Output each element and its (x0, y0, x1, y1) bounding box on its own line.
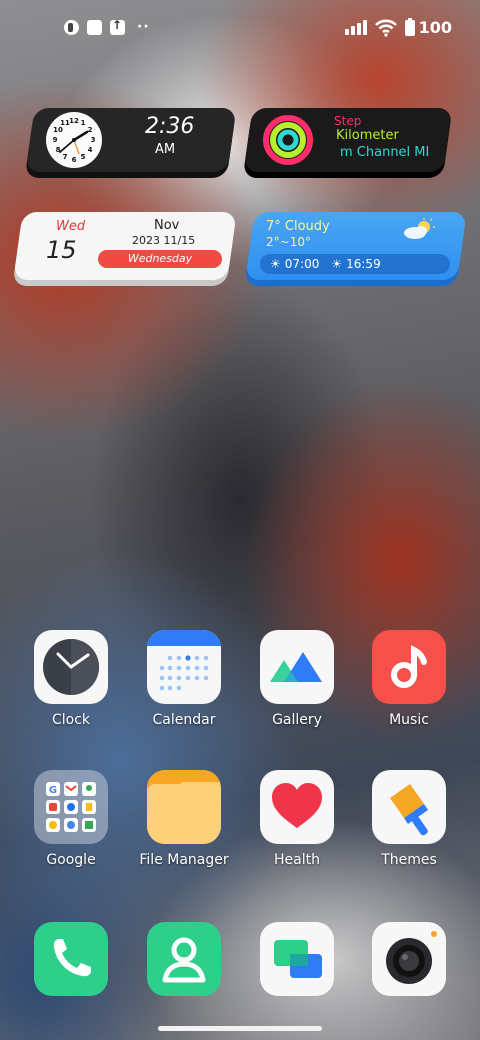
clock-time: 2:36 (145, 114, 195, 139)
battery-level: 100 (418, 18, 452, 37)
clock-icon (34, 630, 108, 704)
app-label: Health (274, 852, 320, 868)
weather-widget[interactable]: 7° Cloudy 2°~10° ☀ 07:00 ☀ 16:59 (245, 212, 467, 280)
home-indicator[interactable] (158, 1026, 322, 1031)
calendar-weekday-short: Wed (56, 219, 86, 234)
activity-rings-icon (263, 115, 313, 165)
activity-channel-label: m Channel MI (340, 145, 430, 160)
calendar-date: 2023 11/15 (132, 234, 196, 247)
activity-kilometer-label: Kilometer (336, 128, 399, 143)
svg-text:7: 7 (63, 153, 68, 161)
more-notifications-dots: ·· (137, 19, 150, 35)
app-file-manager[interactable]: File Manager (129, 770, 239, 868)
svg-text:3: 3 (91, 136, 96, 144)
svg-text:11: 11 (60, 119, 70, 127)
sunrise-time: 07:00 (284, 257, 320, 271)
app-label: Google (46, 852, 96, 868)
calendar-month: Nov (154, 218, 180, 233)
wifi-icon (374, 19, 397, 37)
svg-text:4: 4 (88, 146, 93, 154)
svg-text:2: 2 (88, 126, 93, 134)
weather-condition: 7° Cloudy (266, 219, 330, 234)
svg-text:5: 5 (81, 153, 86, 161)
app-music[interactable]: Music (354, 630, 464, 728)
notification-app-icon (64, 19, 79, 35)
contacts-icon[interactable] (147, 922, 221, 996)
sunrise-icon: ☀ (270, 257, 281, 271)
svg-text:9: 9 (53, 136, 58, 144)
calendar-weekday-full: Wednesday (98, 250, 222, 268)
app-gallery[interactable]: Gallery (242, 630, 352, 728)
google-folder-icon: G (34, 770, 108, 844)
calendar-widget[interactable]: Wed 15 Nov 2023 11/15 Wednesday (13, 212, 237, 280)
svg-text:12: 12 (69, 117, 79, 125)
phone-icon[interactable] (34, 922, 108, 996)
calendar-day: 15 (46, 236, 77, 264)
sunset-icon: ☀ (331, 257, 343, 271)
signal-strength-icon (344, 20, 367, 35)
analog-clock-icon: 12 1 2 3 4567 8 9 10 11 (46, 112, 102, 168)
app-calendar[interactable]: Calendar (129, 630, 239, 728)
status-bar: ·· 100 (0, 0, 480, 56)
app-label: Clock (51, 712, 91, 728)
camera-icon[interactable] (372, 922, 446, 996)
app-google-folder[interactable]: G Google (16, 770, 126, 868)
battery-icon (404, 17, 415, 36)
svg-text:G: G (49, 785, 57, 796)
clock-widget[interactable]: 12 1 2 3 4567 8 9 10 11 2:36 AM (25, 108, 237, 172)
notification-square-icon (87, 19, 102, 35)
app-label: File Manager (139, 852, 229, 868)
svg-text:6: 6 (72, 156, 77, 164)
app-health[interactable]: Health (242, 770, 352, 868)
upload-notification-icon (110, 18, 125, 35)
folder-icon (147, 770, 221, 844)
clock-ampm: AM (155, 142, 176, 157)
paint-brush-icon (372, 770, 446, 844)
activity-step-label: Step (334, 114, 362, 128)
app-label: Calendar (152, 712, 216, 728)
calendar-icon (147, 630, 221, 704)
app-clock[interactable]: Clock (16, 630, 126, 728)
heart-icon (260, 770, 334, 844)
svg-text:1: 1 (81, 119, 86, 127)
activity-widget[interactable]: Step Kilometer m Channel MI (243, 108, 453, 172)
gallery-icon (260, 630, 334, 704)
weather-range: 2°~10° (266, 235, 311, 249)
sunset-time: 16:59 (346, 257, 381, 271)
app-label: Music (389, 712, 429, 728)
messages-icon[interactable] (260, 922, 334, 996)
app-label: Gallery (272, 712, 322, 728)
app-themes[interactable]: Themes (354, 770, 464, 868)
partly-cloudy-icon (404, 218, 435, 239)
app-label: Themes (381, 852, 437, 868)
music-icon (372, 630, 446, 704)
svg-text:10: 10 (53, 126, 63, 134)
